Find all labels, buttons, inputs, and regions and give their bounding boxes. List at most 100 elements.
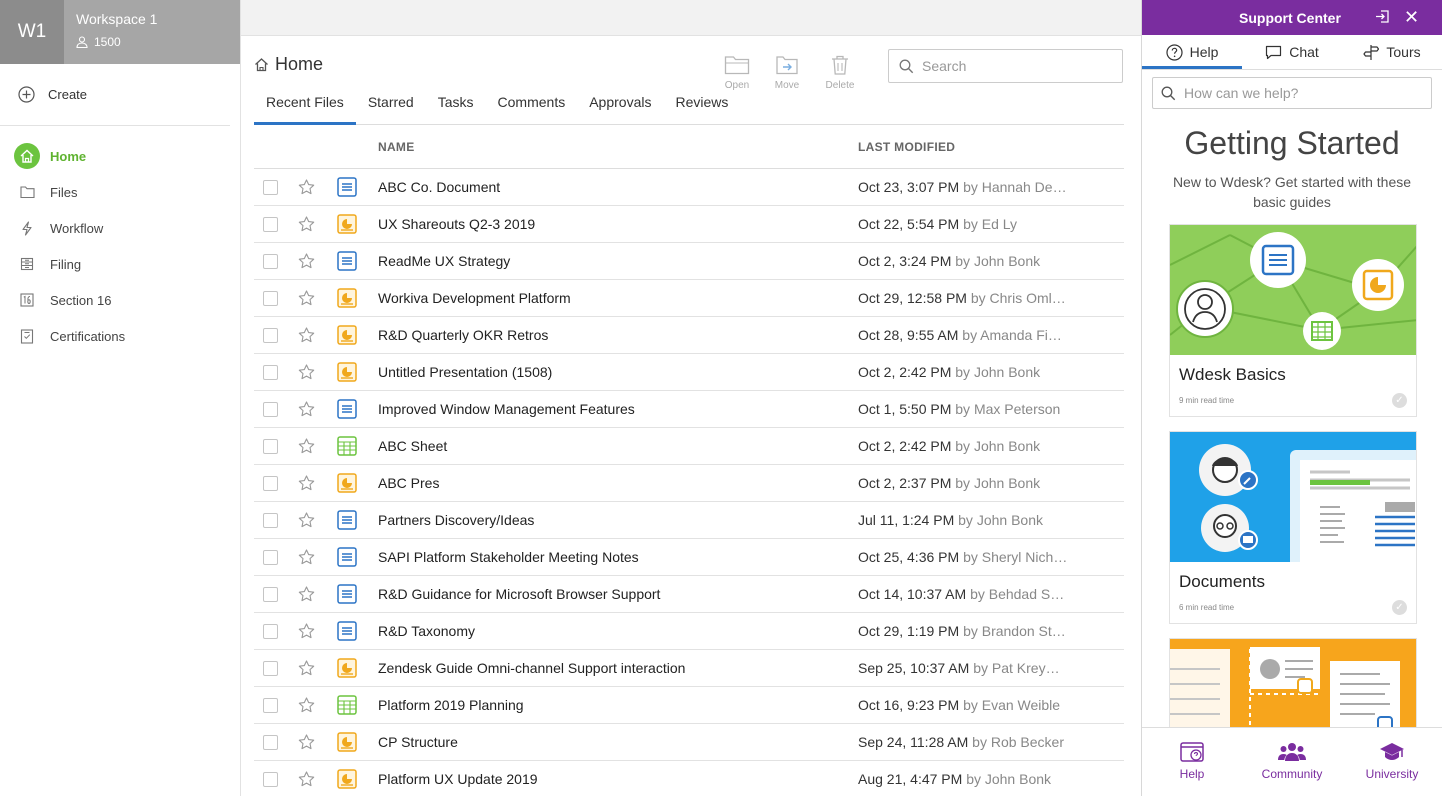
guide-card-presentations[interactable] xyxy=(1169,638,1417,728)
star-icon[interactable] xyxy=(298,253,316,269)
row-checkbox[interactable] xyxy=(263,475,278,491)
row-checkbox[interactable] xyxy=(263,401,278,417)
tab-starred[interactable]: Starred xyxy=(356,94,426,125)
footer-community-link[interactable]: Community xyxy=(1242,728,1342,796)
delete-button[interactable]: Delete xyxy=(820,54,860,91)
table-row[interactable]: Untitled Presentation (1508) Oct 2, 2:42 … xyxy=(254,354,1124,391)
table-row[interactable]: ABC Sheet Oct 2, 2:42 PM by John Bonk xyxy=(254,428,1124,465)
file-name[interactable]: Platform UX Update 2019 xyxy=(378,771,858,787)
support-tab-chat[interactable]: Chat xyxy=(1242,35,1342,69)
table-row[interactable]: R&D Taxonomy Oct 29, 1:19 PM by Brandon S… xyxy=(254,613,1124,650)
star-icon[interactable] xyxy=(298,290,316,306)
row-checkbox[interactable] xyxy=(263,290,278,306)
tab-approvals[interactable]: Approvals xyxy=(577,94,663,125)
row-checkbox[interactable] xyxy=(263,327,278,343)
search-input[interactable] xyxy=(922,58,1102,74)
sidebar-item-workflow[interactable]: Workflow xyxy=(0,210,240,246)
file-name[interactable]: Zendesk Guide Omni-channel Support inter… xyxy=(378,660,858,676)
row-checkbox[interactable] xyxy=(263,253,278,269)
star-icon[interactable] xyxy=(298,697,316,713)
star-icon[interactable] xyxy=(298,512,316,528)
table-row[interactable]: R&D Guidance for Microsoft Browser Suppo… xyxy=(254,576,1124,613)
star-icon[interactable] xyxy=(298,327,316,343)
file-name[interactable]: R&D Taxonomy xyxy=(378,623,858,639)
tab-comments[interactable]: Comments xyxy=(486,94,578,125)
table-row[interactable]: Platform UX Update 2019 Aug 21, 4:47 PM b… xyxy=(254,761,1124,796)
file-name[interactable]: Untitled Presentation (1508) xyxy=(378,364,858,380)
row-checkbox[interactable] xyxy=(263,660,278,676)
help-search-box[interactable] xyxy=(1152,77,1432,109)
row-checkbox[interactable] xyxy=(263,734,278,750)
open-button[interactable]: Open xyxy=(717,54,757,91)
sidebar-item-filing[interactable]: Filing xyxy=(0,246,240,282)
workspace-header[interactable]: W1 Workspace 1 1500 xyxy=(0,0,240,64)
tab-reviews[interactable]: Reviews xyxy=(663,94,740,125)
sidebar-item-files[interactable]: Files xyxy=(0,174,240,210)
table-row[interactable]: R&D Quarterly OKR Retros Oct 28, 9:55 AM … xyxy=(254,317,1124,354)
help-search-input[interactable] xyxy=(1184,85,1364,101)
row-checkbox[interactable] xyxy=(263,771,278,787)
row-checkbox[interactable] xyxy=(263,364,278,380)
file-name[interactable]: Platform 2019 Planning xyxy=(378,697,858,713)
file-name[interactable]: ABC Sheet xyxy=(378,438,858,454)
row-checkbox[interactable] xyxy=(263,438,278,454)
row-checkbox[interactable] xyxy=(263,623,278,639)
star-icon[interactable] xyxy=(298,179,316,195)
tab-tasks[interactable]: Tasks xyxy=(426,94,486,125)
guide-card-documents[interactable]: Documents 6 min read time ✓ xyxy=(1169,431,1417,624)
sidebar-item-certifications[interactable]: Certifications xyxy=(0,318,240,354)
file-name[interactable]: ABC Co. Document xyxy=(378,179,858,195)
table-row[interactable]: ReadMe UX Strategy Oct 2, 3:24 PM by John… xyxy=(254,243,1124,280)
star-icon[interactable] xyxy=(298,771,316,787)
file-name[interactable]: UX Shareouts Q2-3 2019 xyxy=(378,216,858,232)
table-row[interactable]: ABC Pres Oct 2, 2:37 PM by John Bonk xyxy=(254,465,1124,502)
sidebar-item-home[interactable]: Home xyxy=(0,138,240,174)
file-name[interactable]: R&D Guidance for Microsoft Browser Suppo… xyxy=(378,586,858,602)
column-header-name[interactable]: NAME xyxy=(378,140,858,154)
star-icon[interactable] xyxy=(298,438,316,454)
table-row[interactable]: Improved Window Management Features Oct 1… xyxy=(254,391,1124,428)
support-tab-help[interactable]: Help xyxy=(1142,35,1242,69)
table-row[interactable]: Platform 2019 Planning Oct 16, 9:23 PM by… xyxy=(254,687,1124,724)
move-button[interactable]: Move xyxy=(767,54,807,91)
row-checkbox[interactable] xyxy=(263,216,278,232)
table-row[interactable]: SAPI Platform Stakeholder Meeting Notes O… xyxy=(254,539,1124,576)
support-tab-tours[interactable]: Tours xyxy=(1342,35,1442,69)
file-name[interactable]: Improved Window Management Features xyxy=(378,401,858,417)
file-name[interactable]: CP Structure xyxy=(378,734,858,750)
guide-card-wdesk-basics[interactable]: Wdesk Basics 9 min read time ✓ xyxy=(1169,224,1417,417)
table-row[interactable]: ABC Co. Document Oct 23, 3:07 PM by Hanna… xyxy=(254,169,1124,206)
row-checkbox[interactable] xyxy=(263,512,278,528)
star-icon[interactable] xyxy=(298,549,316,565)
create-button[interactable]: Create xyxy=(0,64,230,126)
table-row[interactable]: Partners Discovery/Ideas Jul 11, 1:24 PM … xyxy=(254,502,1124,539)
star-icon[interactable] xyxy=(298,364,316,380)
star-icon[interactable] xyxy=(298,586,316,602)
file-name[interactable]: Partners Discovery/Ideas xyxy=(378,512,858,528)
star-icon[interactable] xyxy=(298,623,316,639)
sidebar-item-section-16[interactable]: Section 16 xyxy=(0,282,240,318)
tab-recent-files[interactable]: Recent Files xyxy=(254,94,356,125)
footer-university-link[interactable]: University xyxy=(1342,728,1442,796)
star-icon[interactable] xyxy=(298,401,316,417)
pop-out-icon[interactable] xyxy=(1375,9,1390,24)
file-name[interactable]: ABC Pres xyxy=(378,475,858,491)
table-row[interactable]: Workiva Development Platform Oct 29, 12:5… xyxy=(254,280,1124,317)
close-icon[interactable]: ✕ xyxy=(1404,7,1419,28)
row-checkbox[interactable] xyxy=(263,179,278,195)
table-row[interactable]: CP Structure Sep 24, 11:28 AM by Rob Beck… xyxy=(254,724,1124,761)
star-icon[interactable] xyxy=(298,216,316,232)
row-checkbox[interactable] xyxy=(263,586,278,602)
row-checkbox[interactable] xyxy=(263,697,278,713)
file-name[interactable]: SAPI Platform Stakeholder Meeting Notes xyxy=(378,549,858,565)
star-icon[interactable] xyxy=(298,734,316,750)
row-checkbox[interactable] xyxy=(263,549,278,565)
table-row[interactable]: Zendesk Guide Omni-channel Support inter… xyxy=(254,650,1124,687)
star-icon[interactable] xyxy=(298,475,316,491)
file-name[interactable]: R&D Quarterly OKR Retros xyxy=(378,327,858,343)
table-row[interactable]: UX Shareouts Q2-3 2019 Oct 22, 5:54 PM by… xyxy=(254,206,1124,243)
search-box[interactable] xyxy=(888,49,1123,83)
footer-help-link[interactable]: Help xyxy=(1142,728,1242,796)
file-name[interactable]: ReadMe UX Strategy xyxy=(378,253,858,269)
column-header-last-modified[interactable]: LAST MODIFIED xyxy=(858,140,955,154)
